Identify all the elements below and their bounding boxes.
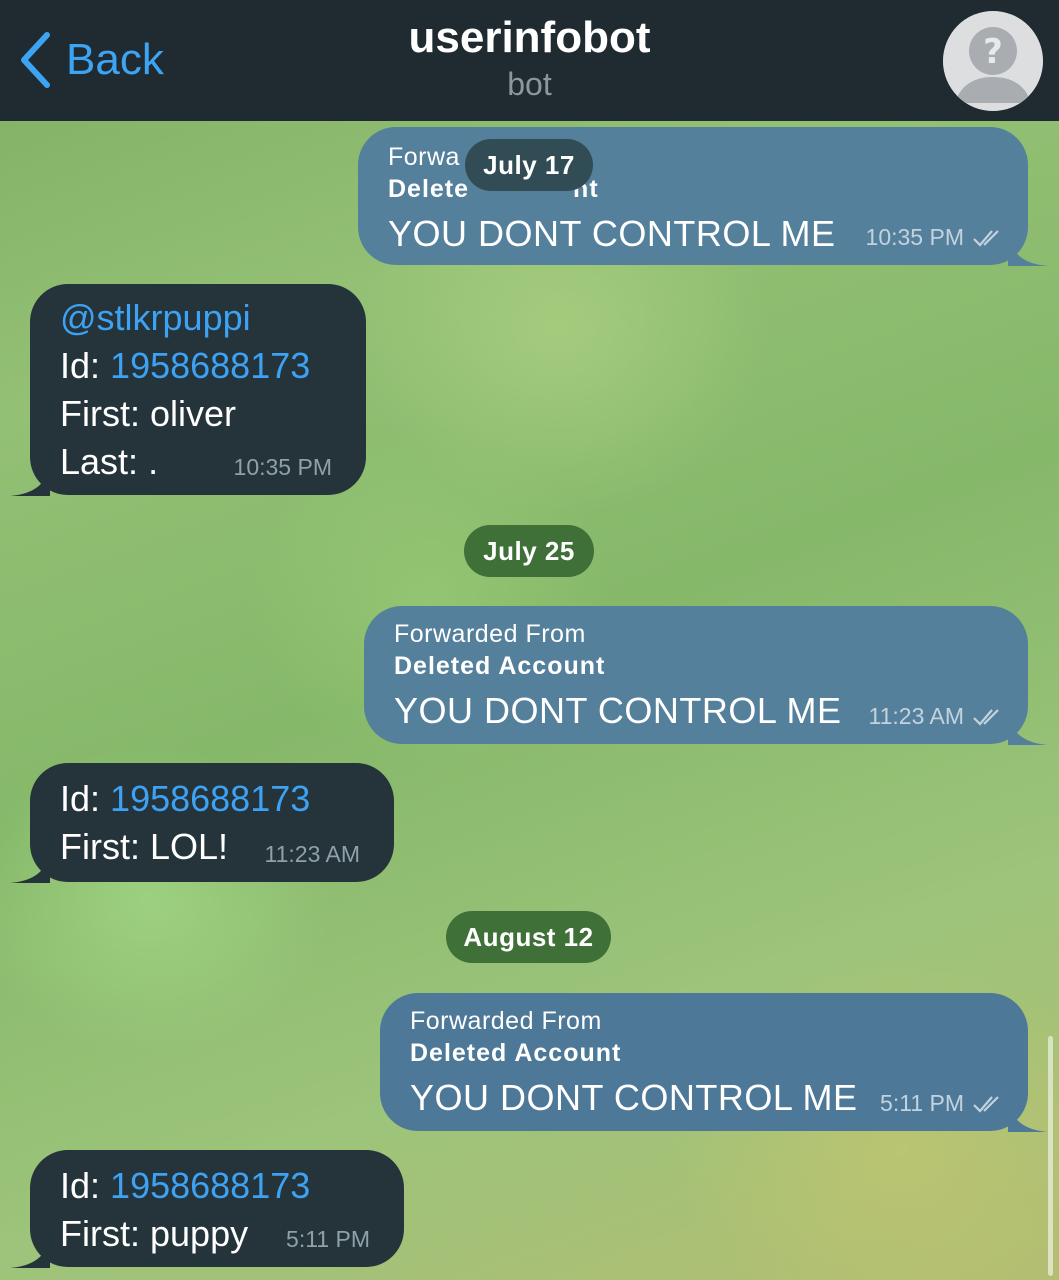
message-bubble-incoming[interactable]: Id: 1958688173 First: puppy 5:11 PM <box>10 1150 404 1268</box>
forwarded-from-name[interactable]: Deleted Account <box>410 1037 998 1069</box>
bubble-tail <box>1008 236 1048 266</box>
message-meta: 11:23 AM <box>869 703 1002 730</box>
id-line: Id: 1958688173 <box>60 778 311 819</box>
message-meta: 10:35 PM <box>234 454 332 481</box>
first-name-line: First: oliver <box>60 393 237 434</box>
message-bubble-outgoing[interactable]: Forwan Deletent YOU DONT CONTROL ME 10:3… <box>358 127 1048 266</box>
forwarded-from-name[interactable]: Deleted Account <box>394 650 998 682</box>
forwarded-label: Forwarded From <box>410 1007 602 1035</box>
bubble-tail <box>1008 715 1048 745</box>
id-link[interactable]: 1958688173 <box>110 1165 310 1206</box>
forwarded-label: Forwarded From <box>394 620 586 648</box>
message-bubble-incoming[interactable]: Id: 1958688173 First: LOL! 11:23 AM <box>10 763 394 883</box>
message-time: 11:23 AM <box>868 703 964 729</box>
id-line: Id: 1958688173 <box>60 345 311 386</box>
double-check-icon <box>973 708 999 726</box>
message-meta: 5:11 PM <box>880 1090 1002 1117</box>
chat-area[interactable]: Forwan Deletent YOU DONT CONTROL ME 10:3… <box>0 121 1059 1280</box>
message-bubble-incoming[interactable]: @stlkrpuppi Id: 1958688173 First: oliver… <box>10 284 366 496</box>
double-check-icon <box>973 229 999 247</box>
date-separator: August 12 <box>446 911 611 963</box>
chat-title: userinfobot <box>408 13 651 62</box>
scrollbar[interactable] <box>1048 1036 1053 1276</box>
message-time: 5:11 PM <box>286 1226 370 1252</box>
id-line: Id: 1958688173 <box>60 1165 311 1206</box>
bubble-tail <box>10 1238 50 1268</box>
message-bubble-outgoing[interactable]: Forwarded From Deleted Account YOU DONT … <box>364 606 1048 745</box>
unknown-user-icon: ? <box>943 11 1043 111</box>
bubble-tail <box>1008 1102 1048 1132</box>
message-time: 11:23 AM <box>264 841 360 867</box>
id-link[interactable]: 1958688173 <box>110 778 310 819</box>
id-link[interactable]: 1958688173 <box>110 345 310 386</box>
date-separator: July 25 <box>464 525 594 577</box>
message-meta: 5:11 PM <box>286 1226 370 1253</box>
message-time: 5:11 PM <box>880 1090 964 1116</box>
username-link[interactable]: @stlkrpuppi <box>60 294 336 342</box>
bubble-tail <box>10 466 50 496</box>
message-time: 10:35 PM <box>865 224 964 250</box>
message-time: 10:35 PM <box>233 454 332 480</box>
bubble-tail <box>10 853 50 883</box>
message-meta: 10:35 PM <box>866 224 1002 251</box>
chat-title-area[interactable]: userinfobot bot <box>0 12 1059 104</box>
chat-subtitle: bot <box>507 66 552 102</box>
svg-text:?: ? <box>983 32 1003 72</box>
date-separator: July 17 <box>465 139 593 191</box>
chat-header: Back userinfobot bot ? <box>0 0 1059 121</box>
message-meta: 11:23 AM <box>265 841 360 868</box>
message-bubble-outgoing[interactable]: Forwarded From Deleted Account YOU DONT … <box>380 993 1048 1132</box>
avatar[interactable]: ? <box>943 11 1043 111</box>
double-check-icon <box>973 1095 999 1113</box>
